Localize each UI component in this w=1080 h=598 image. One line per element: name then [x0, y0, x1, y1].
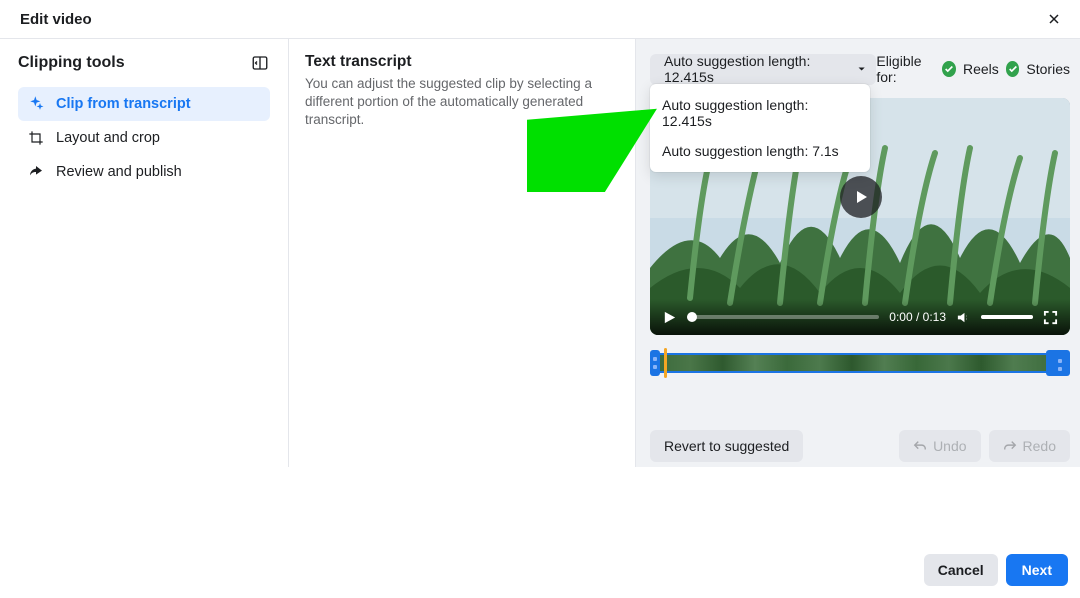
progress-knob[interactable]	[687, 312, 697, 322]
close-icon	[1046, 11, 1062, 27]
sidebar: Clipping tools Clip from transcript Layo…	[0, 39, 289, 467]
sidebar-item-label: Clip from transcript	[56, 96, 191, 112]
check-icon	[1006, 61, 1020, 77]
undo-button[interactable]: Undo	[899, 430, 980, 462]
transcript-title: Text transcript	[305, 53, 619, 71]
volume-icon[interactable]	[956, 310, 971, 325]
video-progress-bar[interactable]	[687, 315, 879, 319]
footer: Cancel Next	[0, 467, 1080, 598]
sidebar-item-label: Review and publish	[56, 164, 182, 180]
share-icon	[28, 164, 44, 180]
length-option-7-1[interactable]: Auto suggestion length: 7.1s	[650, 136, 870, 166]
playhead[interactable]	[664, 348, 667, 378]
volume-bar[interactable]	[981, 315, 1033, 319]
revert-to-suggested-button[interactable]: Revert to suggested	[650, 430, 803, 462]
sidebar-item-label: Layout and crop	[56, 130, 160, 146]
close-button[interactable]	[1044, 9, 1064, 29]
chevron-down-icon	[857, 64, 866, 74]
page-title: Edit video	[20, 11, 92, 28]
fullscreen-icon[interactable]	[1043, 310, 1058, 325]
sidebar-item-layout-and-crop[interactable]: Layout and crop	[18, 121, 270, 155]
length-option-12-415[interactable]: Auto suggestion length: 12.415s	[650, 90, 870, 136]
next-button[interactable]: Next	[1006, 554, 1068, 586]
transcript-panel: Text transcript You can adjust the sugge…	[289, 39, 636, 467]
sparkle-icon	[28, 96, 44, 112]
clip-timeline[interactable]	[650, 350, 1070, 376]
sidebar-item-review-and-publish[interactable]: Review and publish	[18, 155, 270, 189]
sidebar-title: Clipping tools	[18, 54, 125, 72]
check-icon	[942, 61, 956, 77]
length-button-label: Auto suggestion length: 12.415s	[664, 53, 849, 85]
sidebar-item-clip-from-transcript[interactable]: Clip from transcript	[18, 87, 270, 121]
panel-toggle-button[interactable]	[250, 53, 270, 73]
auto-suggestion-length-dropdown[interactable]: Auto suggestion length: 12.415s	[650, 54, 876, 85]
panel-toggle-icon	[251, 54, 269, 72]
trim-handle-right[interactable]	[1046, 350, 1070, 376]
play-overlay-button[interactable]	[840, 176, 882, 218]
redo-button[interactable]: Redo	[989, 430, 1070, 462]
video-time: 0:00 / 0:13	[889, 310, 946, 324]
eligible-label: Eligible for:	[876, 53, 935, 85]
redo-icon	[1003, 439, 1017, 453]
length-dropdown-menu: Auto suggestion length: 12.415s Auto sug…	[650, 84, 870, 172]
eligible-stories-label: Stories	[1026, 61, 1070, 77]
crop-icon	[28, 130, 44, 146]
timeline-track	[656, 353, 1064, 373]
cancel-button[interactable]: Cancel	[924, 554, 998, 586]
undo-icon	[913, 439, 927, 453]
eligible-for: Eligible for: Reels Stories	[876, 53, 1070, 85]
eligible-reels-label: Reels	[963, 61, 999, 77]
trim-handle-left[interactable]	[650, 350, 660, 376]
play-button-icon[interactable]	[662, 310, 677, 325]
transcript-description: You can adjust the suggested clip by sel…	[305, 75, 619, 130]
video-controls: 0:00 / 0:13	[650, 299, 1070, 335]
play-icon	[853, 189, 869, 205]
preview-panel: Auto suggestion length: 12.415s Eligible…	[636, 39, 1080, 467]
